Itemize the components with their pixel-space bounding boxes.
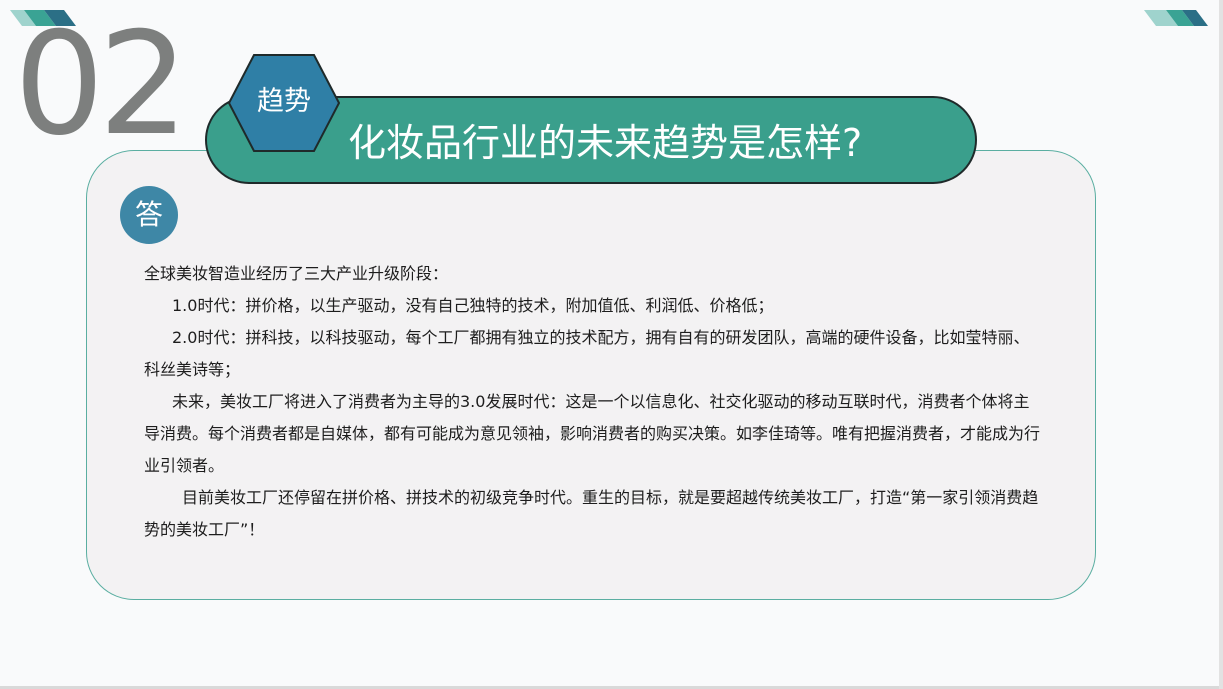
section-number: 02 bbox=[14, 2, 189, 167]
top-right-stripes-decoration bbox=[1144, 10, 1208, 26]
paragraph-future: 未来，美妆工厂将进入了消费者为主导的3.0发展时代：这是一个以信息化、社交化驱动… bbox=[144, 392, 1041, 475]
paragraph-era-1: 1.0时代：拼价格，以生产驱动，没有自己独特的技术，附加值低、利润低、价格低； bbox=[172, 296, 774, 315]
paragraph-era-2: 2.0时代：拼科技，以科技驱动，每个工厂都拥有独立的技术配方，拥有自有的研发团队… bbox=[144, 328, 1030, 379]
slide-title: 化妆品行业的未来趋势是怎样? bbox=[348, 121, 863, 165]
slide: 02 化妆品行业的未来趋势是怎样? 趋势 答 全球美妆智造业经历了三大产业升级阶… bbox=[0, 0, 1223, 689]
body-text: 全球美妆智造业经历了三大产业升级阶段： 1.0时代：拼价格，以生产驱动，没有自己… bbox=[144, 258, 1044, 546]
paragraph-goal: 目前美妆工厂还停留在拼价格、拼技术的初级竞争时代。重生的目标，就是要超越传统美妆… bbox=[144, 488, 1039, 539]
right-edge-divider bbox=[1219, 0, 1223, 689]
answer-badge: 答 bbox=[120, 186, 178, 244]
hexagon-tag-label: 趋势 bbox=[257, 86, 311, 117]
paragraph-intro: 全球美妆智造业经历了三大产业升级阶段： bbox=[144, 264, 449, 283]
